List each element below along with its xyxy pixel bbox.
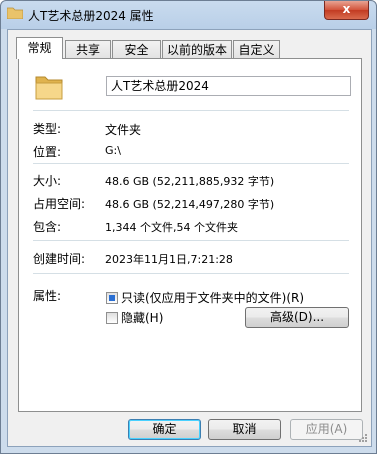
- folder-name-input[interactable]: 人T艺术总册2024: [106, 76, 351, 96]
- tab-label: 共享: [75, 43, 100, 57]
- location-label: 位置:: [33, 145, 62, 159]
- type-label: 类型:: [33, 122, 62, 136]
- tab-customize[interactable]: 自定义: [233, 40, 280, 58]
- location-value: G:\: [105, 144, 121, 157]
- general-panel: 人T艺术总册2024 类型: 文件夹 位置: G:\ 大小: 48.6 GB (…: [18, 58, 362, 412]
- attributes-label: 属性:: [33, 289, 62, 303]
- created-label: 创建时间:: [33, 252, 86, 266]
- tab-general[interactable]: 常规: [16, 37, 63, 59]
- close-button[interactable]: x: [324, 1, 369, 20]
- tab-label: 安全: [124, 43, 149, 57]
- tab-label: 自定义: [238, 43, 275, 57]
- contains-label: 包含:: [33, 220, 62, 234]
- resize-grip-icon[interactable]: [358, 433, 368, 443]
- advanced-button[interactable]: 高级(D)...: [245, 307, 349, 328]
- tab-label: 常规: [27, 41, 52, 55]
- apply-button[interactable]: 应用(A): [290, 419, 363, 440]
- tab-security[interactable]: 安全: [112, 40, 161, 58]
- size-on-disk-label: 占用空间:: [33, 197, 86, 211]
- tab-label: 以前的版本: [166, 43, 227, 57]
- size-label: 大小:: [33, 174, 62, 188]
- divider: [33, 240, 349, 241]
- size-on-disk-value: 48.6 GB (52,214,497,280 字节): [105, 198, 275, 211]
- readonly-checkbox[interactable]: [106, 292, 118, 304]
- folder-icon: [6, 6, 24, 20]
- size-value: 48.6 GB (52,211,885,932 字节): [105, 175, 275, 188]
- ok-button[interactable]: 确定: [128, 419, 201, 440]
- contains-value: 1,344 个文件,54 个文件夹: [105, 221, 238, 234]
- title-bar[interactable]: 人T艺术总册2024 属性 x: [1, 1, 376, 29]
- created-value: 2023年11月1日,7:21:28: [105, 253, 233, 266]
- readonly-label[interactable]: 只读(仅应用于文件夹中的文件)(R): [121, 289, 304, 306]
- tab-previous-versions[interactable]: 以前的版本: [162, 40, 232, 58]
- tab-sharing[interactable]: 共享: [65, 40, 111, 58]
- folder-icon: [33, 71, 65, 103]
- cancel-button[interactable]: 取消: [208, 419, 281, 440]
- type-value: 文件夹: [105, 123, 142, 137]
- dialog-client: 常规 共享 安全 以前的版本 自定义 人T艺术总册2024 类型: 文件夹 位置…: [7, 29, 372, 447]
- hidden-label[interactable]: 隐藏(H): [121, 309, 163, 326]
- properties-window: 人T艺术总册2024 属性 x 常规 共享 安全 以前的版本 自定义 人T艺术总…: [0, 0, 377, 454]
- divider: [33, 110, 349, 111]
- divider: [33, 163, 349, 164]
- window-title: 人T艺术总册2024 属性: [28, 9, 154, 23]
- divider: [33, 273, 349, 274]
- hidden-checkbox[interactable]: [106, 312, 118, 324]
- close-icon: x: [342, 2, 351, 16]
